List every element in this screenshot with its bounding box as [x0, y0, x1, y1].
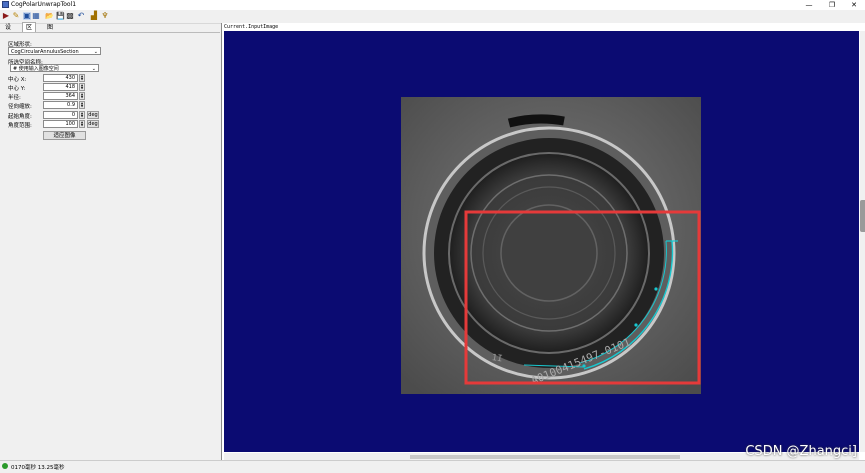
toolbar: ▶ ✎ ▣ ▦ 📂 💾 ▩ ↶ ▟ ♆ [0, 10, 865, 24]
radial-scale-spinner[interactable]: ▲ ▼ [79, 101, 85, 109]
start-angle-unit-button[interactable]: deg [87, 111, 99, 119]
center-y-spinner[interactable]: ▲ ▼ [79, 83, 85, 91]
tab-region[interactable]: 区域 [22, 22, 37, 40]
angle-range-unit-button[interactable]: deg [87, 120, 99, 128]
image-display: Current.InputImage A0100415497-0101 1I [221, 23, 865, 460]
maximize-button[interactable]: ❐ [821, 0, 843, 10]
fit-image-button[interactable]: 适应图像 [43, 131, 86, 140]
radius-label: 半径: [8, 95, 21, 101]
region-icon[interactable]: ▣ [23, 12, 31, 20]
horizontal-scroll-thumb[interactable] [410, 455, 680, 459]
status-bar: 0170毫秒 13.25毫秒 [0, 460, 865, 473]
black-band [507, 114, 565, 128]
start-angle-spinner[interactable]: ▲ ▼ [79, 111, 85, 119]
image-viewport[interactable]: A0100415497-0101 1I [224, 31, 859, 452]
reset-icon[interactable]: ↶ [77, 12, 85, 20]
center-x-input[interactable]: 430 [43, 74, 78, 82]
vertical-scroll-thumb[interactable] [860, 200, 865, 232]
annulus-handle[interactable] [654, 287, 658, 291]
radial-scale-label: 径向缩放: [8, 104, 32, 110]
pin-icon[interactable]: ♆ [101, 12, 109, 20]
space-name-select[interactable]: # 使用输入图像空间 ⌄ [10, 64, 99, 72]
tab-graphics[interactable]: 图形 [44, 23, 56, 40]
annulus-handle[interactable] [634, 323, 638, 327]
chevron-down-icon: ⌄ [91, 66, 96, 72]
center-y-input[interactable]: 418 [43, 83, 78, 91]
app-icon [2, 1, 9, 8]
angle-range-spinner[interactable]: ▲ ▼ [79, 120, 85, 128]
start-angle-label: 起始角度: [8, 114, 32, 120]
radius-spinner[interactable]: ▲ ▼ [79, 92, 85, 100]
image-caption: Current.InputImage [224, 24, 279, 30]
region-settings-panel: 区域形状: CogCircularAnnulusSection ⌄ 所选空间名称… [0, 32, 220, 461]
radius-input[interactable]: 364 [43, 92, 78, 100]
watermark: CSDN @Zhangci] [745, 444, 857, 459]
window-title: CogPolarUnwrapTool1 [11, 1, 77, 8]
space-name-value: # 使用输入图像空间 [13, 66, 59, 72]
vertical-scrollbar[interactable] [860, 31, 865, 452]
grid-icon[interactable]: ▩ [66, 12, 74, 20]
open-icon[interactable]: 📂 [45, 12, 54, 20]
chevron-down-icon: ⌄ [93, 49, 98, 55]
input-image: A0100415497-0101 1I [401, 97, 701, 394]
region-alt-icon[interactable]: ▦ [32, 12, 40, 20]
region-shape-value: CogCircularAnnulusSection [11, 49, 79, 55]
title-bar: CogPolarUnwrapTool1 — ❐ ✕ [0, 0, 865, 10]
angle-range-label: 角度范围: [8, 123, 32, 129]
center-y-label: 中心 Y: [8, 86, 26, 92]
angle-range-input[interactable]: 100 [43, 120, 78, 128]
radial-scale-input[interactable]: 0.9 [43, 101, 78, 109]
center-x-label: 中心 X: [8, 77, 27, 83]
region-shape-select[interactable]: CogCircularAnnulusSection ⌄ [8, 47, 101, 55]
status-text: 0170毫秒 13.25毫秒 [11, 465, 65, 471]
wand-icon[interactable]: ✎ [12, 12, 20, 20]
close-button[interactable]: ✕ [843, 0, 865, 10]
minimize-button[interactable]: — [798, 0, 820, 10]
part-side-text: 1I [491, 353, 503, 364]
tab-settings[interactable]: 设置 [2, 23, 14, 40]
status-ok-icon [2, 463, 8, 469]
save-icon[interactable]: 💾 [56, 12, 65, 20]
chart-icon[interactable]: ▟ [90, 12, 98, 20]
center-x-spinner[interactable]: ▲ ▼ [79, 74, 85, 82]
center-recess [500, 204, 598, 302]
run-icon[interactable]: ▶ [2, 12, 10, 20]
start-angle-input[interactable]: 0 [43, 111, 78, 119]
